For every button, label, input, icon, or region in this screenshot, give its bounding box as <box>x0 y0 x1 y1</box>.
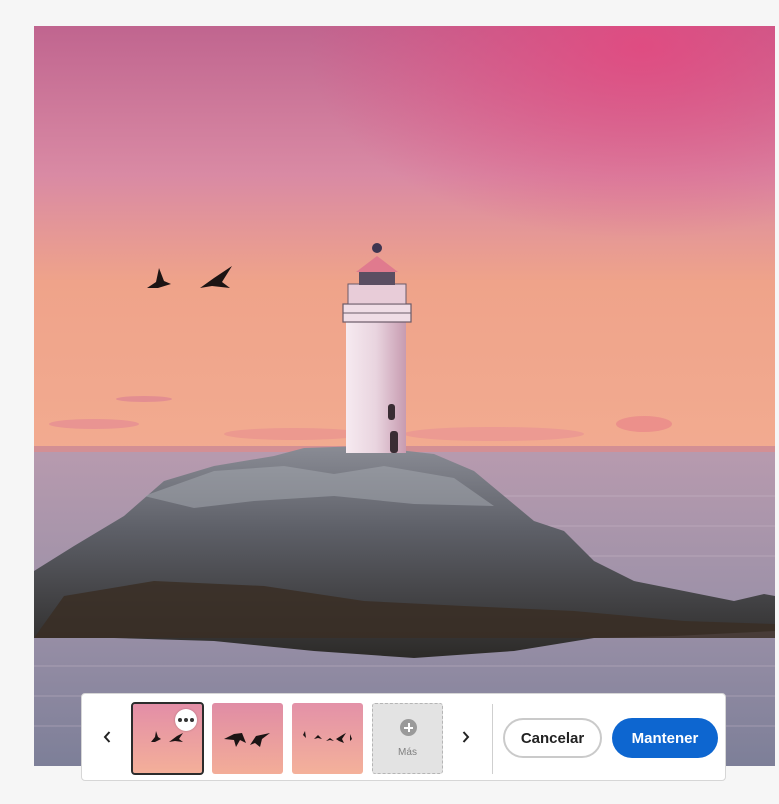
chevron-right-icon <box>462 731 470 743</box>
chevron-left-icon <box>103 731 111 743</box>
more-label: Más <box>398 747 417 758</box>
cancel-button[interactable]: Cancelar <box>503 718 602 758</box>
more-variations-button[interactable]: Más <box>372 703 443 774</box>
variation-toolbar: Más Cancelar Mantener <box>81 693 726 781</box>
plus-circle-icon <box>400 719 417 736</box>
more-options-button[interactable] <box>175 709 197 731</box>
lighthouse-sunset-image <box>34 26 775 766</box>
variation-thumbnail-3[interactable] <box>292 703 363 774</box>
variation-thumbnail-2[interactable] <box>212 703 283 774</box>
keep-button[interactable]: Mantener <box>612 718 718 758</box>
variation-3-preview <box>292 703 363 774</box>
next-button[interactable] <box>456 723 476 751</box>
toolbar-divider <box>492 704 493 774</box>
ellipsis-dot <box>190 718 194 722</box>
variation-2-preview <box>212 703 283 774</box>
variation-thumbnail-1[interactable] <box>131 702 204 775</box>
previous-button[interactable] <box>97 723 117 751</box>
ellipsis-icon <box>178 718 182 722</box>
image-canvas <box>34 26 775 766</box>
ellipsis-dot <box>184 718 188 722</box>
